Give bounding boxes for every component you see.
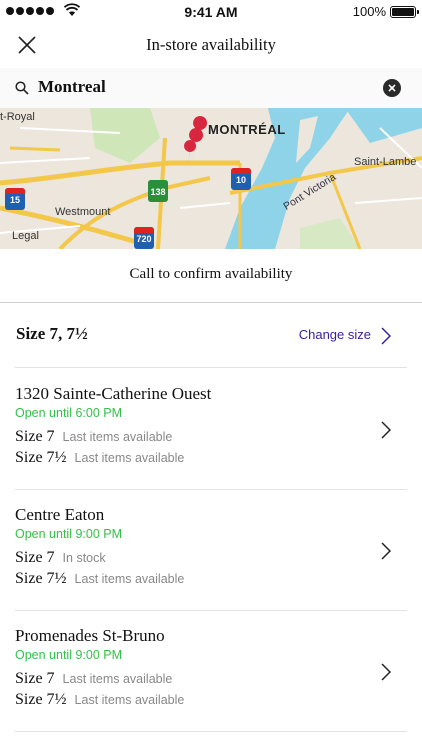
store-name: Centre Eaton (15, 505, 105, 524)
chevron-right-icon[interactable] (381, 542, 391, 560)
highway-shield-icon: 720 (134, 227, 154, 249)
chevron-right-icon[interactable] (381, 663, 391, 681)
size-availability: Size 7 Last items available (15, 428, 172, 446)
size-label: Size 7 (15, 549, 55, 566)
battery-percent: 100% (352, 4, 386, 19)
map-label-legal: Legal (12, 230, 39, 242)
size-availability: Size 7½ Last items available (15, 691, 184, 709)
store-item[interactable]: Centre Eaton Open until 9:00 PM Size 7 In… (15, 490, 407, 611)
clear-search-icon[interactable] (383, 79, 401, 97)
search-input[interactable]: Montreal (38, 77, 106, 97)
stock-status: Last items available (74, 451, 185, 465)
highway-shield-icon: 15 (5, 188, 25, 210)
store-hours: Open until 9:00 PM (15, 648, 123, 662)
store-name: Promenades St-Bruno (15, 626, 165, 645)
size-label: Size 7½ (15, 570, 67, 587)
stock-status: Last items available (62, 672, 173, 686)
size-availability: Size 7½ Last items available (15, 449, 184, 467)
store-item[interactable]: 1320 Sainte-Catherine Ouest Open until 6… (15, 369, 407, 490)
store-item[interactable]: Promenades St-Bruno Open until 9:00 PM S… (15, 611, 407, 732)
store-hours: Open until 6:00 PM (15, 406, 123, 420)
store-hours: Open until 9:00 PM (15, 527, 123, 541)
search-icon (15, 81, 29, 95)
chevron-right-icon[interactable] (381, 327, 391, 345)
search-bar[interactable]: Montreal (0, 68, 422, 108)
stock-status: Last items available (74, 572, 185, 586)
map-label-westmount: Westmount (55, 206, 111, 218)
selected-sizes: Size 7, 7½ (16, 324, 88, 343)
stock-status: In stock (62, 551, 106, 565)
battery-icon (390, 6, 419, 18)
store-map[interactable]: MONTRÉAL t-Royal Westmount Legal Saint-L… (0, 108, 422, 249)
call-to-confirm: Call to confirm availability (0, 249, 422, 303)
size-label: Size 7½ (15, 449, 67, 466)
size-availability: Size 7 Last items available (15, 670, 172, 688)
map-label-royal: t-Royal (0, 111, 35, 123)
nav-header: In-store availability (0, 24, 422, 66)
store-name: 1320 Sainte-Catherine Ouest (15, 384, 212, 403)
status-bar: 9:41 AM 100% (0, 0, 422, 24)
size-label: Size 7½ (15, 691, 67, 708)
page-title: In-store availability (146, 35, 276, 54)
size-selector-row[interactable]: Size 7, 7½ Change size (15, 304, 407, 368)
stock-status: Last items available (62, 430, 173, 444)
map-label-city: MONTRÉAL (208, 122, 286, 137)
size-availability: Size 7 In stock (15, 549, 106, 567)
size-label: Size 7 (15, 428, 55, 445)
highway-shield-icon: 138 (148, 180, 168, 202)
stock-status: Last items available (74, 693, 185, 707)
size-availability: Size 7½ Last items available (15, 570, 184, 588)
map-label-saint-lambert: Saint-Lambe (354, 156, 417, 168)
change-size-link[interactable]: Change size (299, 327, 371, 342)
size-label: Size 7 (15, 670, 55, 687)
highway-shield-icon: 10 (231, 168, 251, 190)
chevron-right-icon[interactable] (381, 421, 391, 439)
